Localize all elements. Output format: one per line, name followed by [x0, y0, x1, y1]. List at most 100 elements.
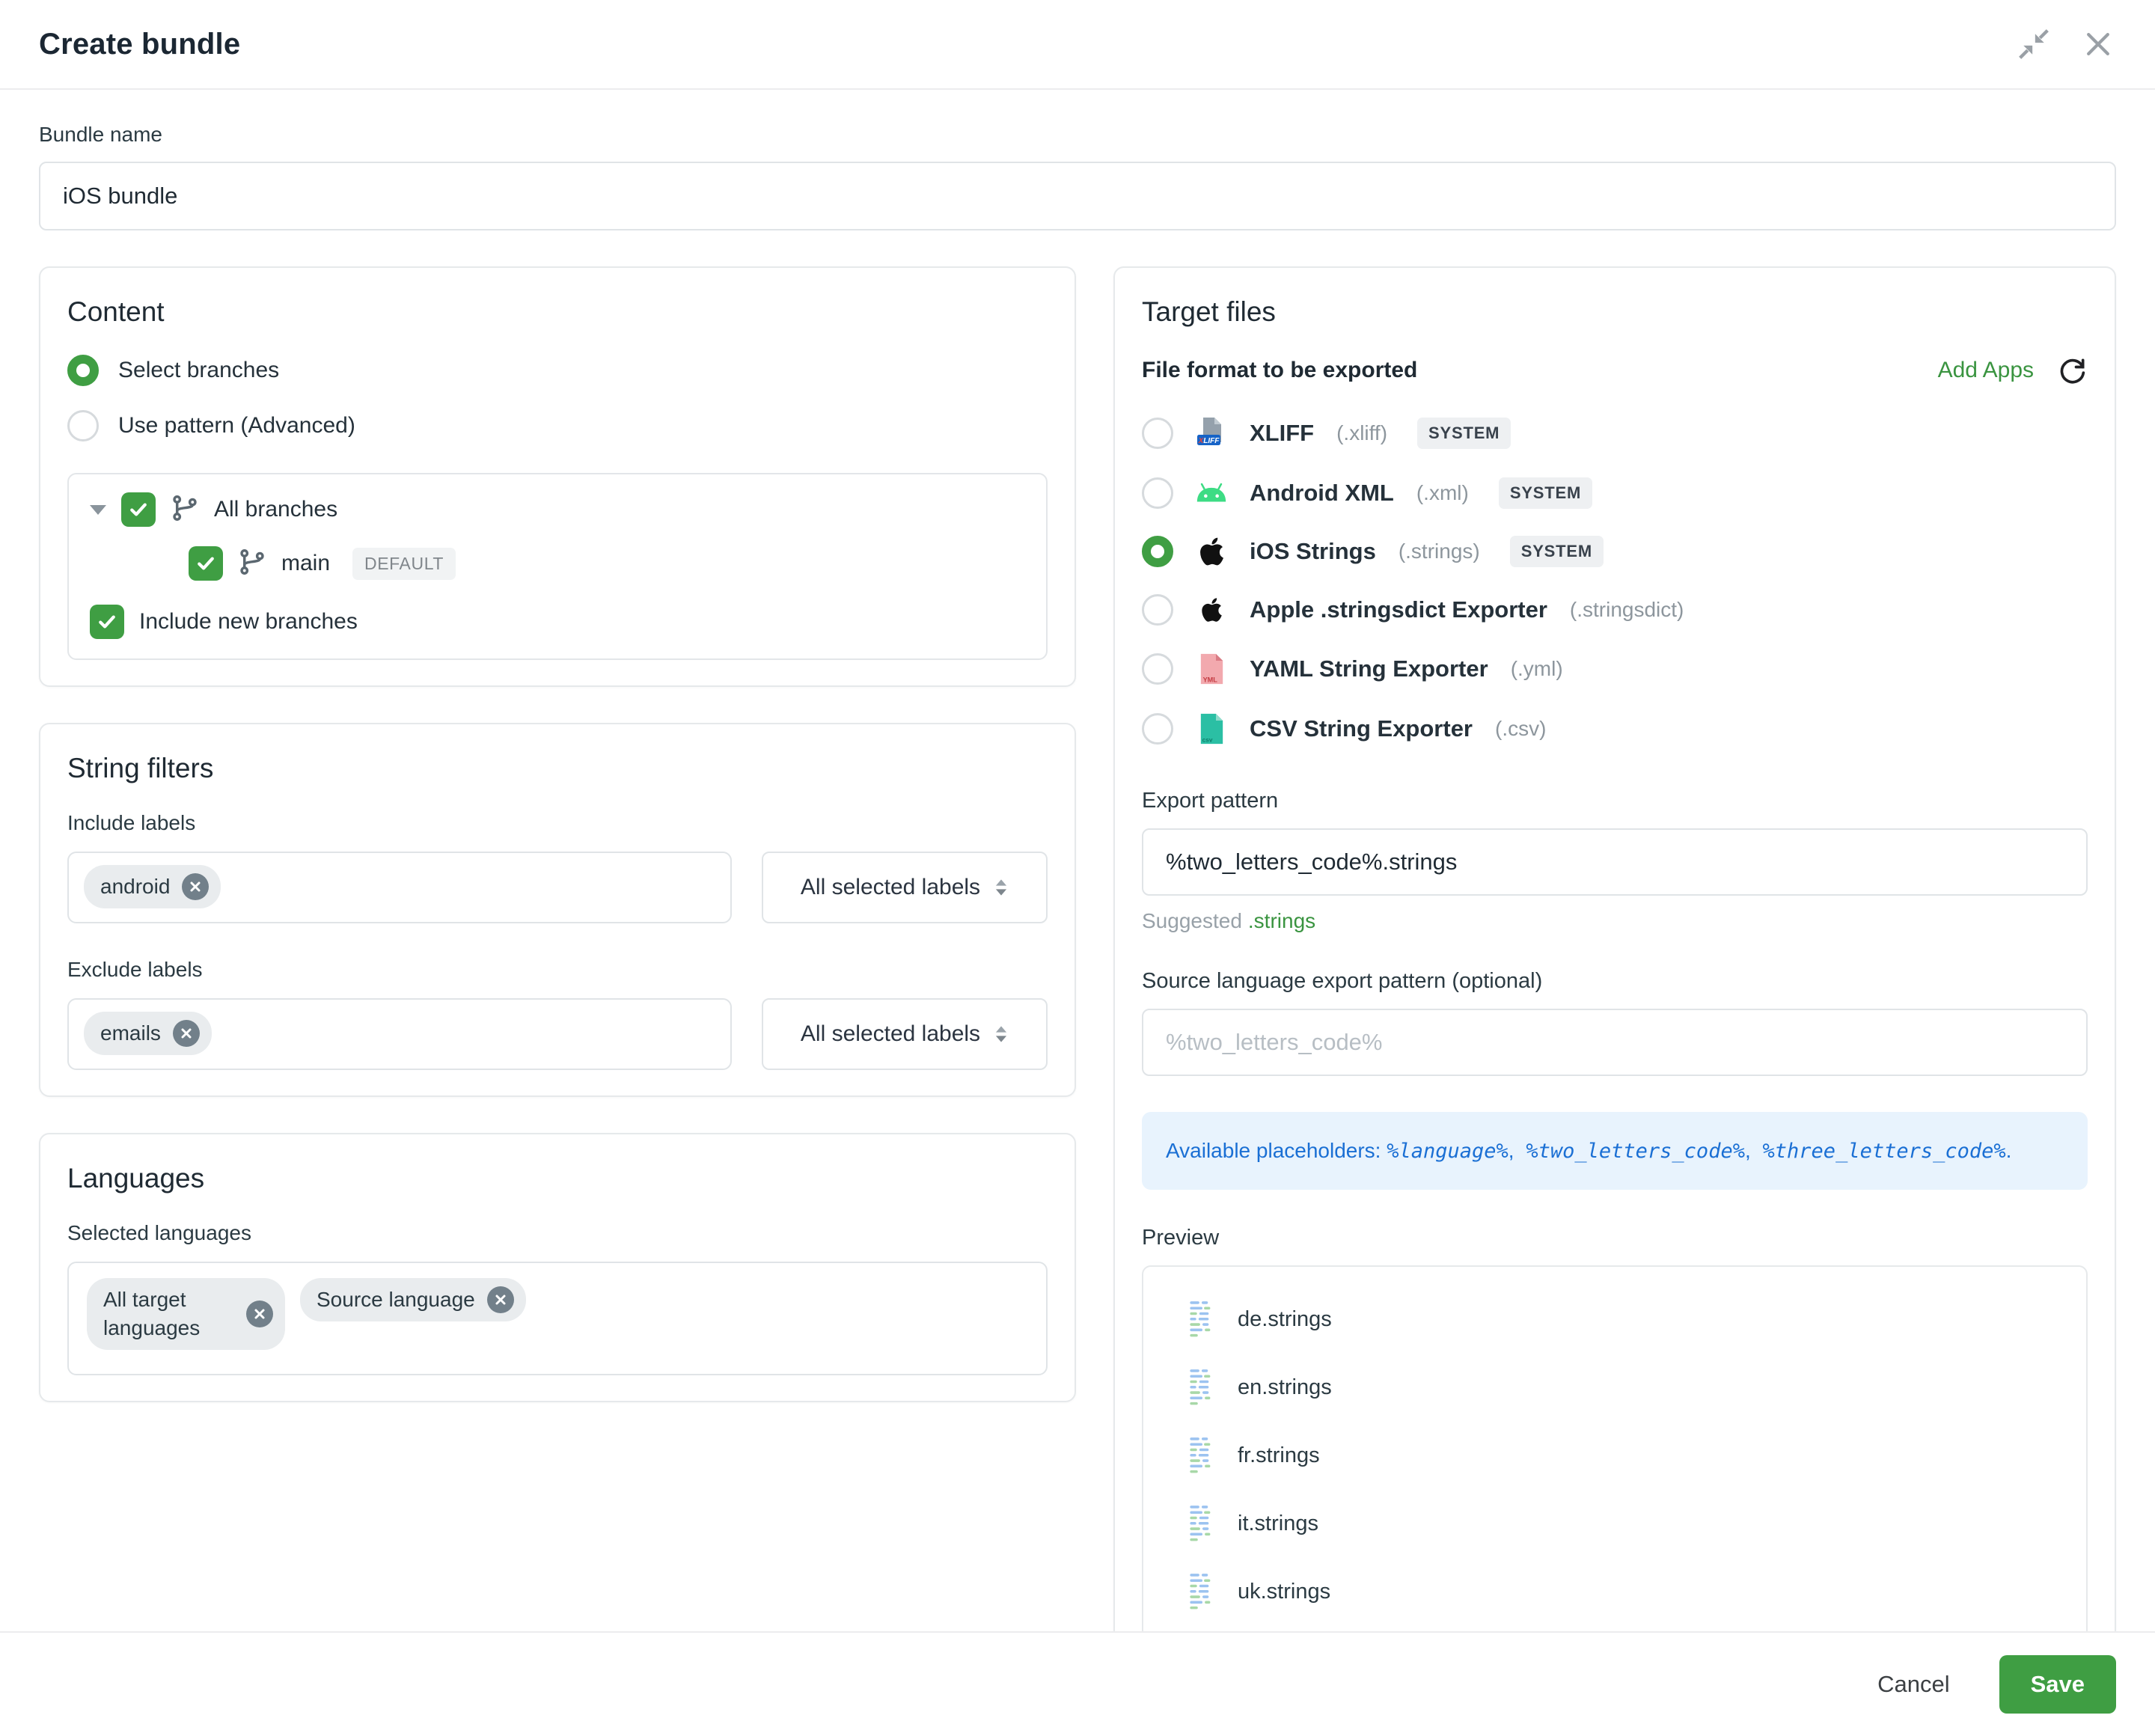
exclude-labels-dropdown[interactable]: All selected labels — [762, 998, 1048, 1070]
strings-file-icon — [1187, 1434, 1218, 1477]
svg-text:YML: YML — [1202, 676, 1217, 683]
radio-icon[interactable] — [1142, 713, 1173, 745]
system-badge: SYSTEM — [1510, 536, 1604, 567]
tree-row-include-new: Include new branches — [90, 605, 1025, 639]
radio-icon[interactable] — [67, 410, 99, 441]
checkbox-include-new-branches[interactable] — [90, 605, 124, 639]
placeholder-code: %language% — [1387, 1140, 1508, 1163]
svg-text:csv: csv — [1202, 736, 1212, 743]
language-chip-source: Source language — [300, 1278, 526, 1321]
suggested-label: Suggested — [1142, 909, 1242, 932]
remove-chip-icon[interactable] — [246, 1301, 273, 1327]
exclude-labels-label: Exclude labels — [67, 958, 1048, 982]
checkbox-all-branches[interactable] — [121, 492, 156, 527]
remove-chip-icon[interactable] — [487, 1286, 514, 1313]
preview-file-row: it.strings — [1187, 1503, 2086, 1545]
include-labels-input[interactable]: android — [67, 852, 732, 923]
radio-icon[interactable] — [1142, 653, 1173, 685]
preview-file-row: en.strings — [1187, 1366, 2086, 1409]
radio-icon[interactable] — [1142, 536, 1173, 567]
include-labels-dropdown[interactable]: All selected labels — [762, 852, 1048, 923]
git-branch-icon — [171, 494, 199, 526]
format-row-stringsdict[interactable]: Apple .stringsdict Exporter (.stringsdic… — [1142, 594, 2088, 626]
yaml-file-icon: YML — [1193, 652, 1230, 685]
selected-languages-input[interactable]: All target languages Source language — [67, 1262, 1048, 1375]
close-icon[interactable] — [2080, 26, 2116, 62]
svg-text:XLIFF: XLIFF — [1198, 437, 1220, 445]
label-chip-emails: emails — [84, 1012, 212, 1055]
placeholder-code: %three_letters_code% — [1763, 1140, 2006, 1163]
preview-list: de.strings en.strings — [1142, 1265, 2088, 1631]
bundle-name-input[interactable] — [39, 162, 2116, 230]
preview-file-row: fr.strings — [1187, 1434, 2086, 1477]
sort-arrows-icon — [994, 878, 1009, 897]
save-button[interactable]: Save — [1999, 1655, 2116, 1714]
cancel-button[interactable]: Cancel — [1873, 1670, 1954, 1699]
radio-select-branches[interactable]: Select branches — [67, 355, 1048, 386]
strings-file-icon — [1187, 1571, 1218, 1613]
strings-file-icon — [1187, 1503, 1218, 1545]
string-filters-card: String filters Include labels android — [39, 723, 1076, 1097]
sort-arrows-icon — [994, 1024, 1009, 1044]
default-badge: DEFAULT — [352, 548, 456, 580]
include-labels-label: Include labels — [67, 811, 1048, 835]
radio-icon[interactable] — [1142, 418, 1173, 449]
languages-card: Languages Selected languages All target … — [39, 1133, 1076, 1402]
system-badge: SYSTEM — [1499, 477, 1592, 509]
apple-icon — [1193, 596, 1230, 623]
all-branches-label: All branches — [214, 497, 337, 522]
bundle-name-field: Bundle name — [39, 123, 2116, 230]
file-format-label: File format to be exported — [1142, 358, 1417, 383]
source-pattern-label: Source language export pattern (optional… — [1142, 969, 2088, 994]
add-apps-link[interactable]: Add Apps — [1938, 358, 2034, 383]
language-chip-all-target: All target languages — [87, 1278, 285, 1350]
branch-tree: All branches — [67, 473, 1048, 660]
placeholder-code: %two_letters_code% — [1526, 1140, 1745, 1163]
system-badge: SYSTEM — [1417, 418, 1511, 449]
caret-down-icon[interactable] — [90, 505, 106, 515]
format-row-yaml[interactable]: YML YAML String Exporter (.yml) — [1142, 652, 2088, 685]
tree-row-all-branches: All branches — [90, 492, 1025, 527]
target-files-heading: Target files — [1142, 296, 2088, 328]
source-pattern-input[interactable] — [1142, 1009, 2088, 1076]
create-bundle-dialog: Create bundle — [0, 0, 2155, 1736]
xliff-file-icon: XLIFF — [1193, 416, 1230, 450]
preview-file-row: de.strings — [1187, 1298, 2086, 1341]
checkbox-main-branch[interactable] — [189, 546, 223, 581]
radio-icon[interactable] — [1142, 477, 1173, 509]
remove-chip-icon[interactable] — [182, 873, 209, 900]
include-new-branches-label: Include new branches — [139, 609, 358, 635]
placeholders-note: Available placeholders: %language%, %two… — [1142, 1112, 2088, 1190]
android-icon — [1193, 482, 1230, 504]
strings-file-icon — [1187, 1366, 1218, 1409]
dialog-title: Create bundle — [39, 28, 240, 61]
remove-chip-icon[interactable] — [173, 1020, 200, 1047]
preview-file-row: uk.strings — [1187, 1571, 2086, 1613]
bundle-name-label: Bundle name — [39, 123, 2116, 147]
format-row-ios-strings[interactable]: iOS Strings (.strings) SYSTEM — [1142, 536, 2088, 567]
label-chip-android: android — [84, 865, 221, 908]
format-row-android-xml[interactable]: Android XML (.xml) SYSTEM — [1142, 477, 2088, 509]
radio-icon[interactable] — [67, 355, 99, 386]
export-pattern-label: Export pattern — [1142, 789, 2088, 813]
dialog-footer: Cancel Save — [0, 1631, 2155, 1736]
radio-use-pattern[interactable]: Use pattern (Advanced) — [67, 410, 1048, 441]
csv-file-icon: csv — [1193, 712, 1230, 745]
export-pattern-input[interactable] — [1142, 828, 2088, 896]
exclude-labels-input[interactable]: emails — [67, 998, 732, 1070]
target-files-card: Target files File format to be exported … — [1113, 266, 2116, 1631]
strings-file-icon — [1187, 1298, 1218, 1341]
content-heading: Content — [67, 296, 1048, 328]
format-row-csv[interactable]: csv CSV String Exporter (.csv) — [1142, 712, 2088, 745]
format-row-xliff[interactable]: XLIFF XLIFF (.xliff) SYSTEM — [1142, 416, 2088, 450]
collapse-icon[interactable] — [2016, 26, 2052, 62]
apple-icon — [1193, 536, 1230, 567]
selected-languages-label: Selected languages — [67, 1221, 1048, 1245]
suggested-strings-link[interactable]: .strings — [1248, 909, 1315, 932]
dialog-header: Create bundle — [0, 0, 2155, 90]
refresh-icon[interactable] — [2056, 355, 2088, 386]
git-branch-icon — [238, 548, 266, 580]
main-branch-label: main — [281, 551, 330, 576]
preview-label: Preview — [1142, 1226, 2088, 1250]
radio-icon[interactable] — [1142, 594, 1173, 626]
